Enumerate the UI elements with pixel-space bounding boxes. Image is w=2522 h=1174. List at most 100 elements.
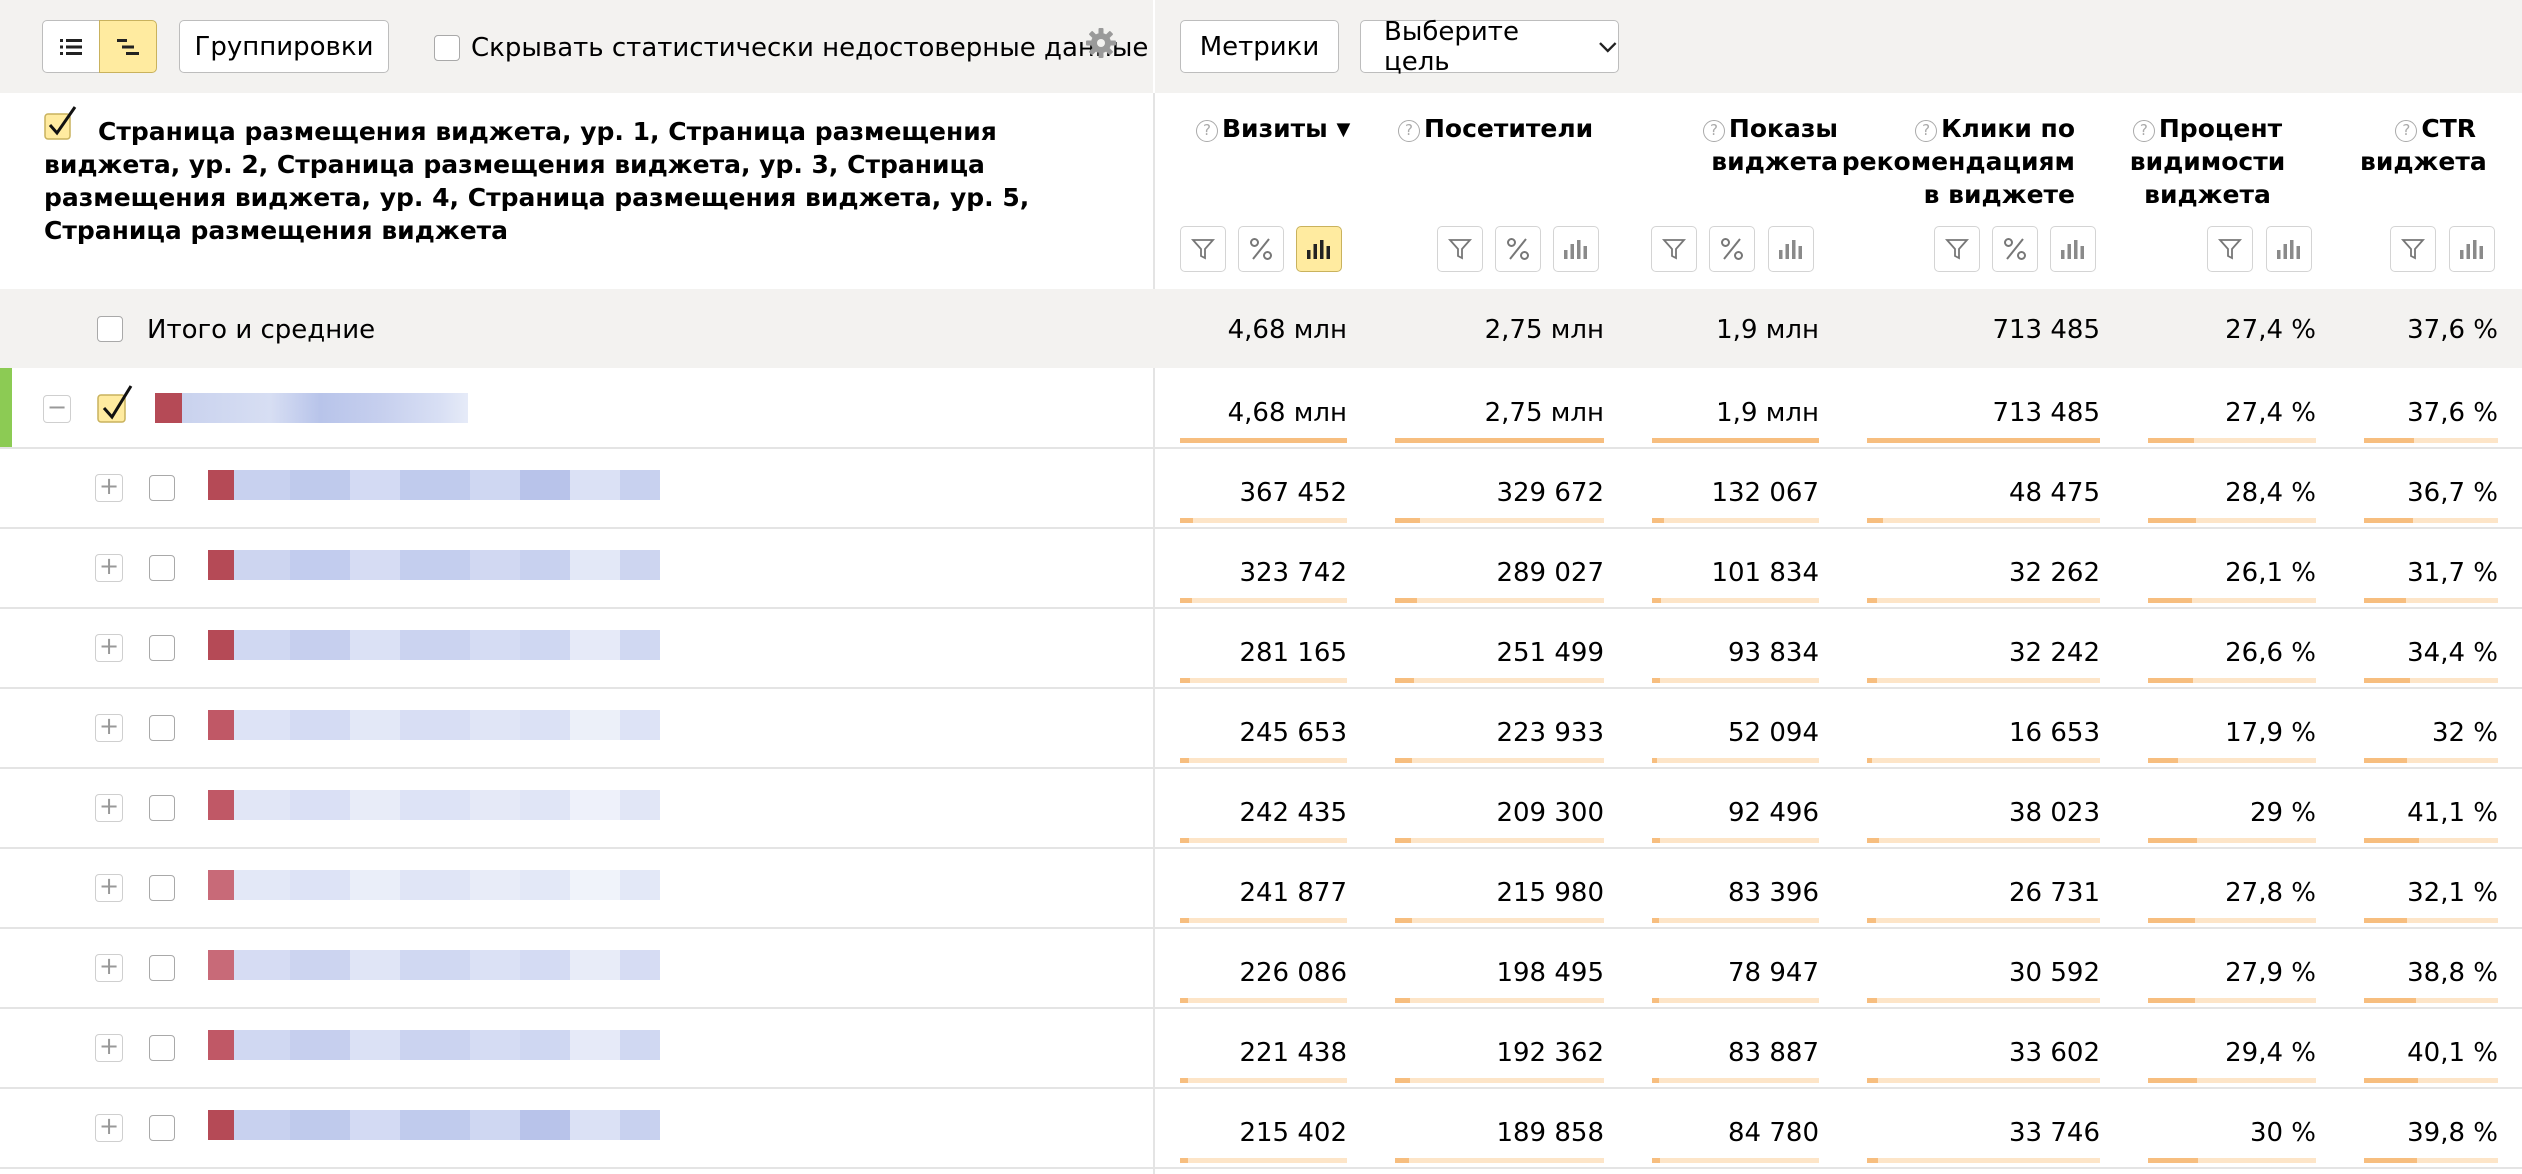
row-checkbox[interactable]: [149, 875, 175, 901]
metric-bar-track: [2364, 1078, 2498, 1083]
row-checkbox[interactable]: [149, 715, 175, 741]
row-checkbox[interactable]: [149, 955, 175, 981]
bar-chart-button[interactable]: [2266, 226, 2312, 272]
metric-bar-track: [2364, 998, 2498, 1003]
help-icon[interactable]: ?: [2132, 120, 2155, 142]
bar-chart-button[interactable]: [1553, 226, 1599, 272]
metric-value: 36,7 %: [2407, 478, 2498, 508]
expand-button[interactable]: +: [95, 474, 123, 502]
metric-bar-track: [2364, 758, 2498, 763]
column-title-recommendation-clicks[interactable]: ? Клики по рекомендациям в виджете: [1820, 112, 2075, 211]
metric-bar-fill: [1180, 1078, 1188, 1083]
goal-select[interactable]: Выберите цель: [1360, 17, 1619, 77]
metric-bar-track: [2148, 918, 2316, 923]
help-icon[interactable]: ?: [1398, 120, 1420, 142]
filter-button[interactable]: [1651, 226, 1697, 272]
percent-button[interactable]: [1495, 226, 1541, 272]
metric-bar-fill: [1180, 1158, 1188, 1163]
list-icon: [60, 38, 82, 55]
totals-checkbox[interactable]: [97, 316, 123, 342]
row-checkbox[interactable]: [149, 1035, 175, 1061]
filter-button[interactable]: [1934, 226, 1980, 272]
metric-bar-track: [1652, 1158, 1819, 1163]
row-checkbox[interactable]: [149, 475, 175, 501]
percent-button[interactable]: [1238, 226, 1284, 272]
row-checkbox[interactable]: [149, 1115, 175, 1141]
hide-unreliable-label: Скрывать статистически недостоверные дан…: [471, 33, 1149, 63]
expand-button[interactable]: +: [95, 714, 123, 742]
expand-button[interactable]: +: [95, 874, 123, 902]
filter-button[interactable]: [2207, 226, 2253, 272]
expand-button[interactable]: +: [95, 554, 123, 582]
collapse-button[interactable]: −: [43, 395, 71, 423]
bar-chart-button[interactable]: [1296, 226, 1342, 272]
row-checkbox-checked-icon[interactable]: [97, 384, 135, 424]
pixelated-group-label: [140, 393, 468, 423]
gear-icon[interactable]: [1085, 27, 1117, 59]
metric-bar-fill: [1652, 998, 1659, 1003]
metric-value: 4,68 млн: [1227, 315, 1347, 345]
bar-chart-button[interactable]: [2050, 226, 2096, 272]
metric-bar-track: [1867, 598, 2100, 603]
sort-desc-icon: ▼: [1336, 119, 1351, 140]
filter-button[interactable]: [1437, 226, 1483, 272]
column-title-visitors[interactable]: ? Посетители: [1398, 112, 1630, 145]
filter-button[interactable]: [2390, 226, 2436, 272]
pixelated-row-label: [190, 710, 660, 740]
metric-value: 323 742: [1239, 558, 1347, 588]
metric-bar-fill: [1395, 678, 1415, 683]
expand-button[interactable]: +: [95, 954, 123, 982]
list-view-button[interactable]: [42, 20, 100, 73]
filter-button[interactable]: [1180, 226, 1226, 272]
metric-value: 1,9 млн: [1716, 315, 1819, 345]
metric-bar-fill: [1180, 758, 1189, 763]
metric-bar-fill: [1395, 598, 1417, 603]
help-icon[interactable]: ?: [1196, 120, 1218, 142]
metric-bar-track: [1867, 1078, 2100, 1083]
metric-bar-fill: [1395, 1078, 1410, 1083]
column-title-widget-ctr[interactable]: ? CTR виджета: [2360, 112, 2487, 178]
metric-bar-fill: [1395, 438, 1604, 443]
metric-bar-track: [2148, 1078, 2316, 1083]
percent-button[interactable]: [1992, 226, 2038, 272]
metric-bar-track: [1867, 1158, 2100, 1163]
hide-unreliable-checkbox[interactable]: [434, 35, 460, 61]
metric-bar-track: [1867, 438, 2100, 443]
metric-bar-track: [1867, 998, 2100, 1003]
metric-value: 34,4 %: [2407, 638, 2498, 668]
bar-chart-button[interactable]: [2449, 226, 2495, 272]
metrics-button[interactable]: Метрики: [1180, 20, 1339, 73]
row-checkbox[interactable]: [149, 635, 175, 661]
tree-view-button[interactable]: [99, 20, 157, 73]
expand-button[interactable]: +: [95, 794, 123, 822]
percent-button[interactable]: [1709, 226, 1755, 272]
expand-button[interactable]: +: [95, 1114, 123, 1142]
metric-bar-track: [1395, 598, 1604, 603]
metric-bar-track: [1395, 438, 1604, 443]
expand-button[interactable]: +: [95, 634, 123, 662]
metric-bar-track: [1180, 678, 1347, 683]
help-icon[interactable]: ?: [1702, 120, 1725, 142]
metric-value: 31,7 %: [2407, 558, 2498, 588]
metric-bar-fill: [1652, 758, 1657, 763]
help-icon[interactable]: ?: [2395, 120, 2418, 142]
column-title-widget-impressions[interactable]: ? Показы виджета: [1620, 112, 1838, 178]
pixelated-row-label: [190, 870, 660, 900]
metric-bar-track: [2148, 1158, 2316, 1163]
bar-chart-icon: [1306, 238, 1332, 260]
help-icon[interactable]: ?: [1915, 120, 1938, 142]
row-checkbox[interactable]: [149, 795, 175, 821]
metric-value: 32 %: [2431, 718, 2498, 748]
bar-chart-button[interactable]: [1768, 226, 1814, 272]
row-divider: [0, 447, 2522, 449]
groupings-button[interactable]: Группировки: [179, 20, 389, 73]
column-title-visits[interactable]: ? Визиты ▼: [1196, 112, 1358, 146]
row-checkbox[interactable]: [149, 555, 175, 581]
bar-chart-icon: [1563, 238, 1589, 260]
column-title-widget-visibility[interactable]: ? Процент видимости виджета: [2125, 112, 2290, 211]
metric-bar-fill: [2148, 838, 2197, 843]
metric-value: 41,1 %: [2407, 798, 2498, 828]
expand-button[interactable]: +: [95, 1034, 123, 1062]
metric-bar-fill: [2148, 678, 2193, 683]
percent-icon: [1248, 236, 1274, 262]
